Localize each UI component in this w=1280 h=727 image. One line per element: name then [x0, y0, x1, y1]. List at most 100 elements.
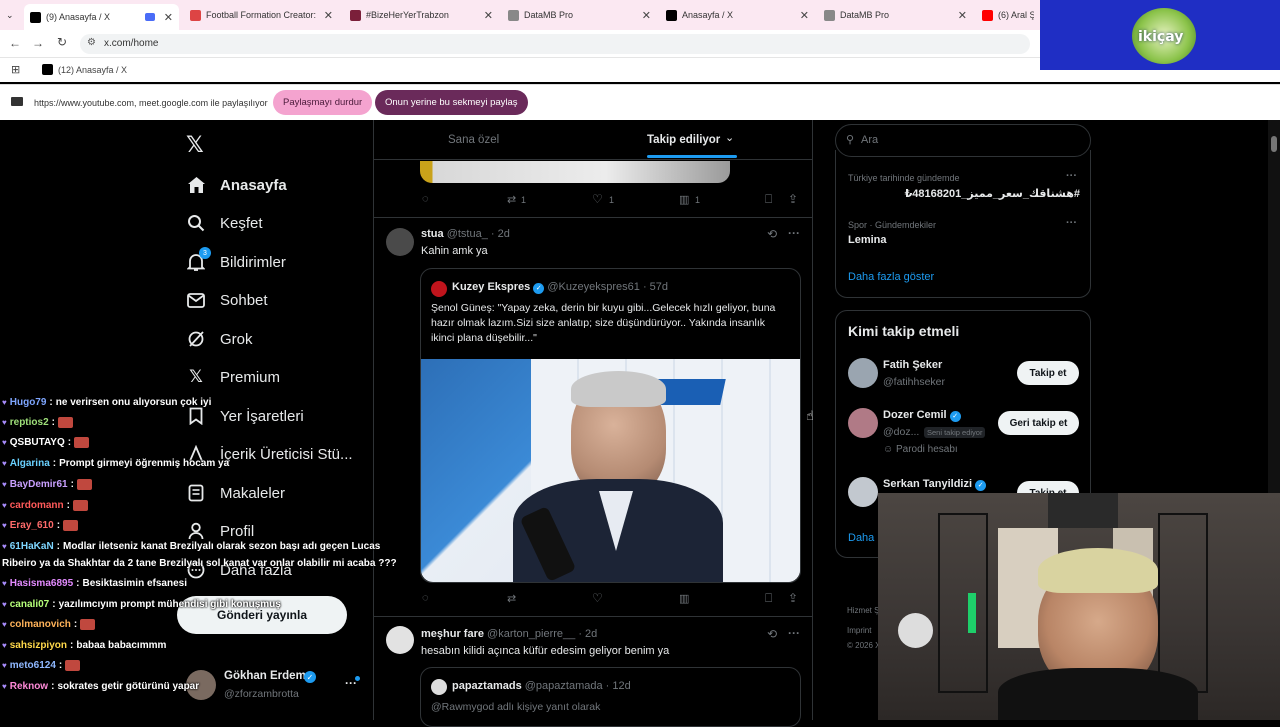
tab-anasayfa-x[interactable]: (9) Anasayfa / X ✕: [24, 4, 179, 30]
nav-item-messages[interactable]: Sohbet: [186, 290, 268, 310]
tweet-text: Kahin amk ya: [421, 245, 488, 257]
tweet-header: stua @tstua_ · 2d: [421, 228, 510, 240]
tab-anasayfa-x-2[interactable]: Anasayfa / X ✕: [660, 4, 815, 26]
apps-grid-icon[interactable]: ⊞: [11, 63, 20, 76]
chat-username: reptios2: [9, 417, 49, 428]
tab-for-you[interactable]: Sana özel: [448, 134, 499, 146]
trend-more-icon[interactable]: ···: [1066, 217, 1077, 229]
trend-item[interactable]: #هشناقك_سعر_مميز_48168201₺: [848, 187, 1080, 200]
tab-youtube[interactable]: (6) Aral Şim...: [976, 4, 1040, 26]
webcam-overlay: [878, 493, 1280, 720]
quote-tweet[interactable]: Kuzey Ekspres ✓ @Kuzeyekspres61 · 57d Şe…: [420, 268, 801, 583]
avatar[interactable]: [848, 358, 878, 388]
x-favicon-icon: [42, 64, 53, 75]
bookmark-icon[interactable]: ⎕: [765, 192, 772, 207]
avatar[interactable]: [386, 626, 414, 654]
chat-username: Hasisma6895: [9, 578, 74, 589]
close-tab-icon[interactable]: ✕: [324, 9, 333, 22]
nav-item-articles[interactable]: Makaleler: [186, 483, 285, 503]
stop-sharing-button[interactable]: Paylaşmayı durdur: [273, 90, 373, 115]
close-tab-icon[interactable]: ✕: [958, 9, 967, 22]
bell-icon: 3: [186, 247, 211, 272]
bookmark-item[interactable]: (12) Anasayfa / X: [58, 65, 127, 75]
grok-icon: [186, 329, 206, 349]
quote-media-image[interactable]: [421, 359, 800, 582]
x-icon: 𝕏: [189, 367, 203, 386]
nav-item-premium[interactable]: 𝕏 Premium: [186, 367, 280, 387]
tweet-text: hesabın kilidi açınca küfür edesim geliy…: [421, 645, 670, 657]
nav-item-explore[interactable]: Keşfet: [186, 213, 263, 233]
chat-badge-icon: ♥: [2, 398, 7, 407]
chat-emote-icon: [65, 660, 81, 671]
chat-badge-icon: ♥: [2, 418, 7, 427]
tab-datamb-1[interactable]: DataMB Pro ✕: [502, 4, 657, 26]
more-options-icon[interactable]: ···: [788, 226, 800, 240]
site-info-icon[interactable]: ⚙: [87, 37, 96, 48]
back-icon[interactable]: ←: [9, 36, 21, 50]
forward-icon[interactable]: →: [32, 36, 44, 50]
tab-datamb-2[interactable]: DataMB Pro ✕: [818, 4, 973, 26]
share-icon[interactable]: ⇪: [788, 192, 798, 206]
chevron-down-icon[interactable]: ⌄: [725, 131, 734, 144]
close-tab-icon[interactable]: ✕: [642, 9, 651, 22]
reply-icon[interactable]: ◌: [422, 193, 429, 205]
trend-item[interactable]: Lemina: [848, 234, 887, 246]
favicon-icon: [350, 9, 361, 21]
nav-item-profile[interactable]: Profil: [186, 521, 254, 541]
reload-icon[interactable]: ↻: [57, 35, 67, 49]
nav-item-bookmarks[interactable]: Yer İşaretleri: [186, 406, 304, 426]
grok-icon[interactable]: ⟲: [767, 627, 777, 641]
chat-message: ♥ Hasisma6895: Besiktasimin efsanesi: [2, 578, 187, 589]
footer-link[interactable]: Hizmet Ş: [847, 606, 879, 615]
quote-header: papaztamads @papaztamada · 12d: [452, 680, 631, 692]
tab-following[interactable]: Takip ediliyor: [647, 134, 720, 146]
footer-link[interactable]: Imprint: [847, 626, 871, 635]
profile-icon: [186, 521, 206, 541]
avatar[interactable]: [386, 228, 414, 256]
share-icon[interactable]: ⇪: [788, 591, 798, 605]
follow-button[interactable]: Takip et: [1017, 361, 1079, 385]
screen-share-bar: https://www.youtube.com, meet.google.com…: [0, 84, 1280, 120]
like-icon[interactable]: ♡: [592, 591, 603, 605]
scrollbar-thumb[interactable]: [1271, 136, 1277, 152]
chat-username: BayDemir61: [9, 479, 68, 490]
views-icon[interactable]: ▥: [679, 193, 689, 206]
close-tab-icon[interactable]: ✕: [800, 9, 809, 22]
chat-username: canali07: [9, 599, 50, 610]
chat-username: Hugo79: [9, 397, 47, 408]
tab-list-button[interactable]: ⌄: [0, 4, 22, 26]
close-tab-icon[interactable]: ✕: [164, 11, 173, 24]
like-icon[interactable]: ♡: [592, 192, 603, 206]
close-tab-icon[interactable]: ✕: [484, 9, 493, 22]
x-logo-icon[interactable]: 𝕏: [186, 132, 204, 158]
chat-emote-icon: [58, 417, 73, 428]
views-icon[interactable]: ▥: [679, 592, 689, 605]
tab-bizeheryer[interactable]: #BizeHerYerTrabzon ✕: [344, 4, 499, 26]
tab-football[interactable]: Football Formation Creator: Re...✕: [184, 4, 339, 26]
more-options-icon[interactable]: ···: [788, 626, 800, 640]
bookmark-icon[interactable]: ⎕: [765, 591, 772, 606]
avatar[interactable]: [848, 477, 878, 507]
reply-icon[interactable]: ◌: [422, 592, 429, 604]
quote-tweet[interactable]: papaztamads @papaztamada · 12d @Rawmygod…: [420, 667, 801, 727]
panel-title: Kimi takip etmeli: [848, 323, 960, 339]
chat-badge-icon: ♥: [2, 600, 7, 609]
show-more-link[interactable]: Daha fazla göster: [848, 271, 934, 283]
nav-item-home[interactable]: Anasayfa: [186, 175, 287, 195]
avatar[interactable]: [848, 408, 878, 438]
trends-panel: Türkiye tarihinde gündemde ··· #هشناقك_س…: [835, 150, 1091, 298]
nav-item-grok[interactable]: Grok: [186, 329, 253, 349]
trend-more-icon[interactable]: ···: [1066, 170, 1077, 182]
follow-back-button[interactable]: Geri takip et: [998, 411, 1079, 435]
url-field[interactable]: ⚙ x.com/home: [80, 34, 1030, 54]
show-more-link[interactable]: Daha: [848, 532, 874, 544]
chat-badge-icon: ♥: [2, 438, 7, 447]
retweet-icon[interactable]: ⇄: [507, 193, 516, 206]
grok-icon[interactable]: ⟲: [767, 227, 777, 241]
nav-item-notifications[interactable]: 3 Bildirimler: [186, 247, 286, 272]
chat-text: sokrates getir götürünü yapar: [57, 681, 200, 692]
share-this-tab-button[interactable]: Onun yerine bu sekmeyi paylaş: [375, 90, 528, 115]
retweet-icon[interactable]: ⇄: [507, 592, 516, 605]
previous-tweet-media[interactable]: [420, 161, 730, 183]
chat-badge-icon: ♥: [2, 501, 7, 510]
